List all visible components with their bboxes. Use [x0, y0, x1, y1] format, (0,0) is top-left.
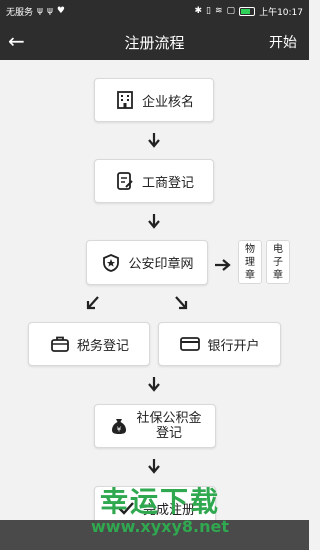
vibrate-icon: ▯: [206, 6, 211, 16]
money-bag-icon: ¥: [108, 415, 130, 437]
step-label: 税务登记: [76, 338, 129, 354]
arrow-down-icon: [148, 214, 160, 229]
step-label-group: 社保公积金 登记: [136, 411, 201, 441]
electronic-seal-card[interactable]: 电子章: [266, 240, 290, 284]
building-icon: [114, 89, 136, 111]
step-label: 公安印章网: [128, 257, 194, 272]
arrow-right-icon: [215, 259, 231, 271]
shield-star-icon: [100, 252, 122, 274]
usb-icon: ψ: [46, 6, 53, 16]
usb-icon: ψ: [37, 6, 43, 16]
arrow-down-icon: [148, 459, 160, 474]
step-business-reg-card[interactable]: 工商登记: [94, 159, 214, 203]
carrier-text: 无服务: [6, 7, 34, 18]
sim-icon: ▢: [226, 6, 236, 16]
physical-seal-card[interactable]: 物理章: [238, 240, 262, 284]
clock-text: 上午10:17: [259, 7, 303, 18]
arrow-down-left-icon: [86, 296, 99, 310]
watermark-title: 幸运下载: [99, 485, 220, 518]
start-button[interactable]: 开始: [269, 32, 297, 52]
arrow-down-icon: [148, 377, 160, 392]
step-tax-reg-card[interactable]: 税务登记: [28, 322, 150, 366]
top-navigation: ← 注册流程 开始: [0, 22, 309, 60]
step-bank-account-card[interactable]: 银行开户: [158, 322, 281, 366]
heart-icon: ♥: [56, 6, 65, 16]
arrow-down-right-icon: [175, 296, 188, 310]
arrow-down-icon: [148, 133, 160, 148]
electronic-seal-label: 电子章: [273, 243, 283, 281]
watermark: 幸运下载 www.xyxy8.net: [60, 486, 260, 536]
page-title: 注册流程: [124, 34, 185, 52]
physical-seal-label: 物理章: [245, 243, 255, 281]
wifi-icon: ≋: [215, 6, 223, 16]
watermark-url: www.xyxy8.net: [91, 517, 229, 536]
step-label: 银行开户: [207, 338, 260, 354]
step-label-line2: 登记: [155, 426, 182, 441]
credit-card-icon: [179, 333, 201, 355]
edit-document-icon: [114, 170, 136, 192]
step-name-check-card[interactable]: 企业核名: [94, 78, 214, 122]
step-label: 工商登记: [141, 175, 194, 191]
bluetooth-icon: ✱: [194, 6, 203, 16]
step-social-security-card[interactable]: ¥ 社保公积金 登记: [94, 404, 216, 448]
step-label: 企业核名: [141, 94, 194, 110]
step-label-line1: 社保公积金: [136, 411, 202, 426]
step-police-seal-card[interactable]: 公安印章网: [86, 240, 208, 285]
briefcase-icon: [49, 333, 71, 355]
svg-text:¥: ¥: [117, 426, 122, 434]
status-bar: 无服务 ψ ψ ♥ ✱ ▯ ≋ ▢ 上午10:17: [0, 0, 309, 22]
battery-icon: [239, 6, 256, 16]
